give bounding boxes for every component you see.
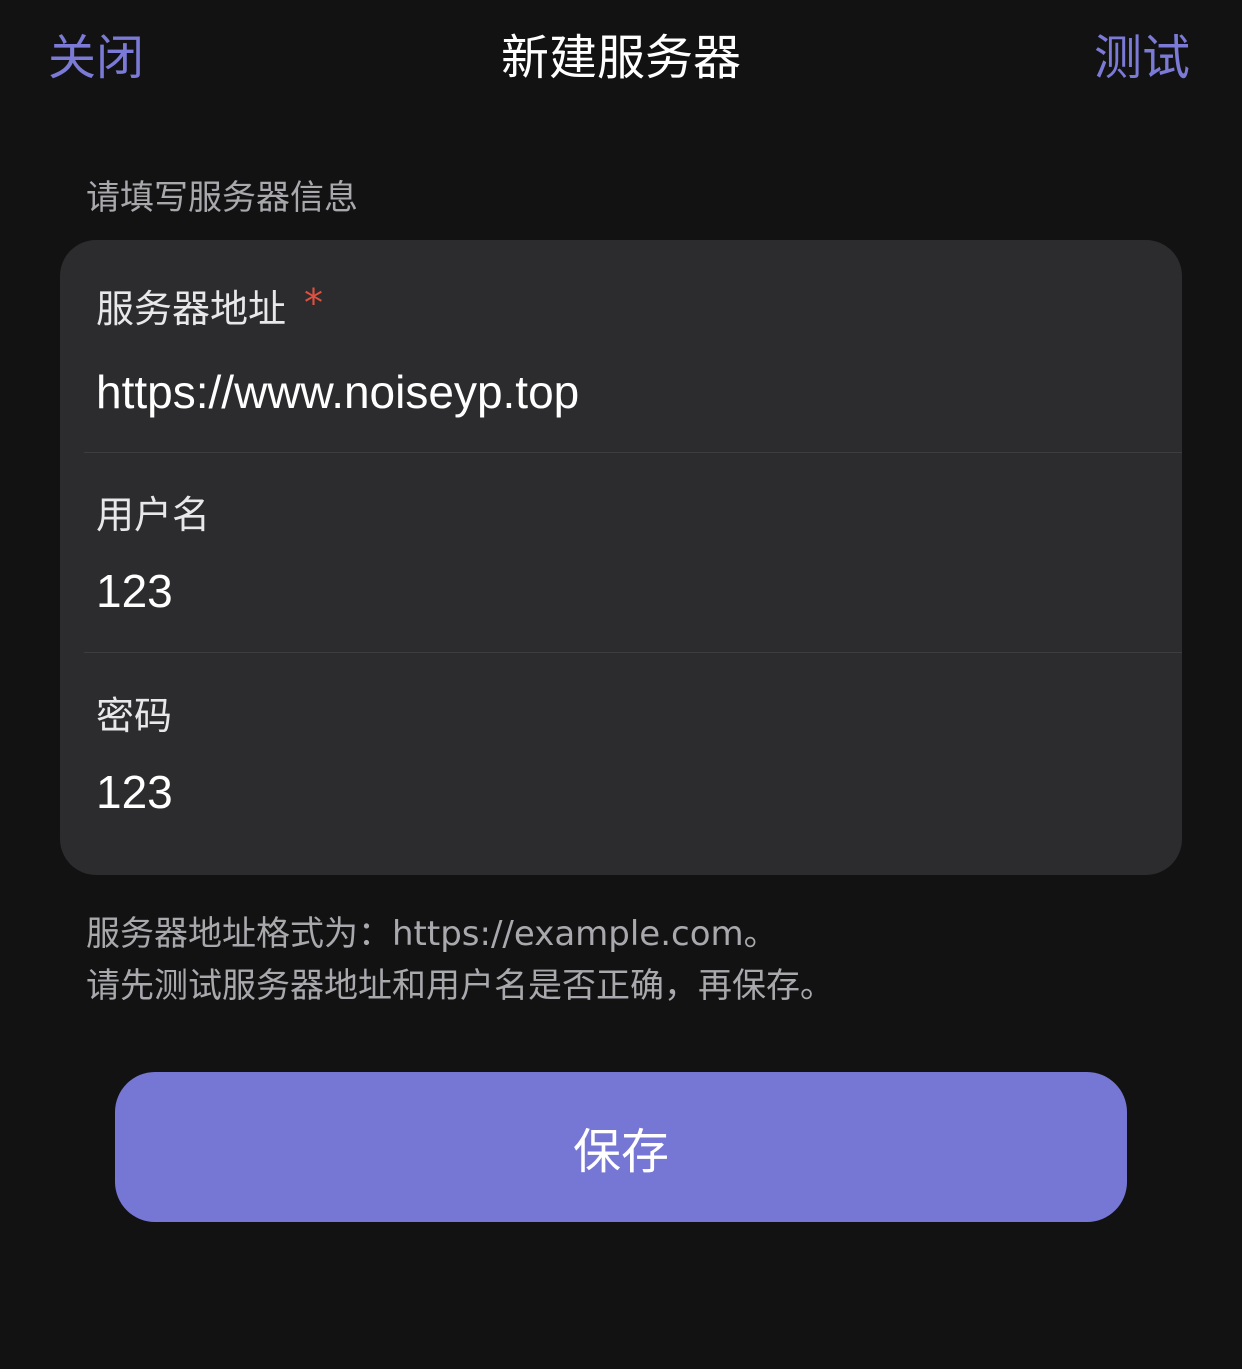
section-header: 请填写服务器信息 <box>86 178 358 218</box>
password-label: 密码 <box>96 694 173 738</box>
test-button[interactable]: 测试 <box>1094 28 1190 88</box>
username-label: 用户名 <box>96 493 211 537</box>
save-button[interactable]: 保存 <box>115 1072 1127 1222</box>
password-input[interactable] <box>96 762 1136 822</box>
server-address-field[interactable]: 服务器地址 * <box>60 240 1182 452</box>
server-address-label: 服务器地址 * <box>96 281 324 331</box>
page-title: 新建服务器 <box>500 30 741 86</box>
navigation-bar: 关闭 新建服务器 测试 <box>0 0 1242 120</box>
footer-line-instruction: 请先测试服务器地址和用户名是否正确，再保存。 <box>86 966 834 1006</box>
server-form-card: 服务器地址* 用户名 密码 <box>60 240 1182 875</box>
server-address-input[interactable] <box>96 362 1136 422</box>
footer-line-format: 服务器地址格式为：https://example.com。 <box>86 914 778 954</box>
username-field[interactable]: 用户名 <box>60 453 1182 652</box>
password-field[interactable]: 密码 <box>60 653 1182 875</box>
footer-note: 服务器地址格式为：https://example.com。 请先测试服务器地址和… <box>86 908 1166 1012</box>
required-indicator: * <box>304 281 324 325</box>
username-input[interactable] <box>96 561 1136 621</box>
